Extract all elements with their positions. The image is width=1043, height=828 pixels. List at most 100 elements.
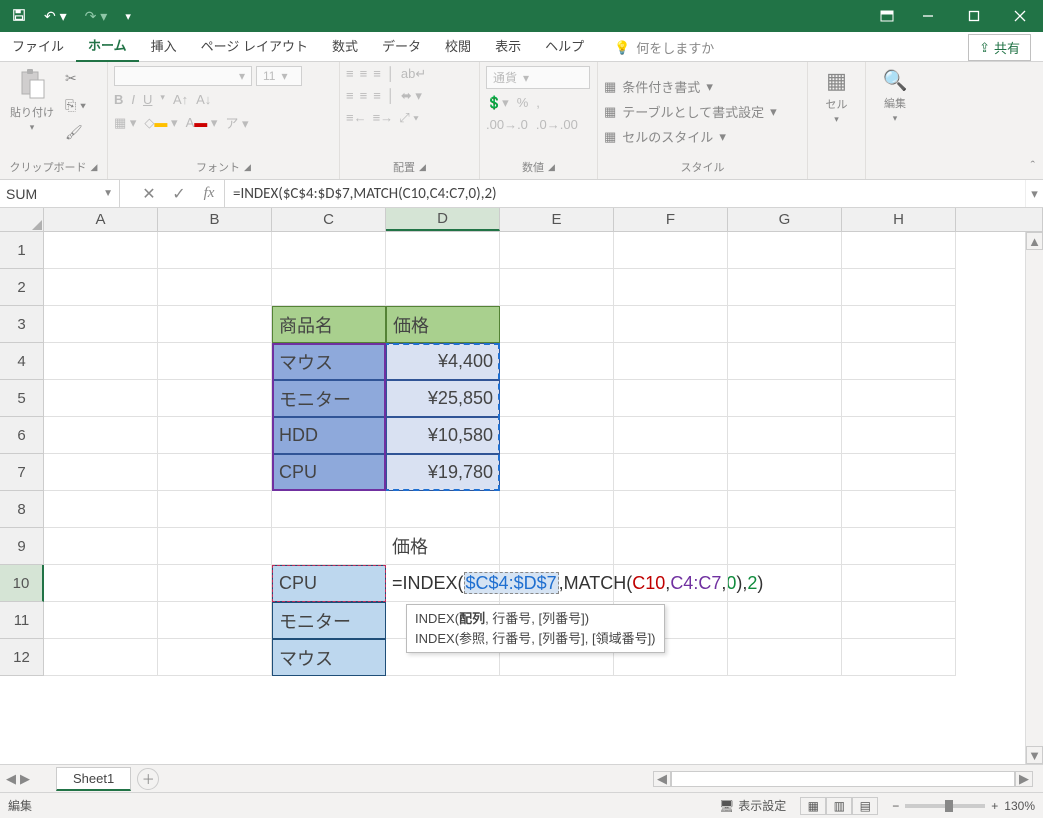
- zoom-control[interactable]: − + 130%: [892, 799, 1035, 813]
- cell[interactable]: [44, 528, 158, 565]
- increase-font-icon[interactable]: A↑: [173, 92, 188, 107]
- cell[interactable]: [614, 269, 728, 306]
- cells-button[interactable]: ▦ セル ▾: [822, 66, 852, 127]
- cell[interactable]: [158, 306, 272, 343]
- editing-button[interactable]: 🔍 編集 ▾: [879, 66, 912, 126]
- cell[interactable]: [842, 269, 956, 306]
- cell[interactable]: [728, 306, 842, 343]
- cell[interactable]: [842, 639, 956, 676]
- scroll-up-icon[interactable]: ▲: [1026, 232, 1043, 250]
- percent-icon[interactable]: %: [517, 95, 529, 111]
- cell[interactable]: [158, 491, 272, 528]
- cell-D5[interactable]: ¥25,850: [386, 380, 500, 417]
- cell-D7[interactable]: ¥19,780: [386, 454, 500, 491]
- cell[interactable]: [158, 269, 272, 306]
- cell[interactable]: [728, 602, 842, 639]
- row-header-3[interactable]: 3: [0, 306, 44, 343]
- borders-button[interactable]: ▦ ▾: [114, 115, 136, 131]
- formula-cancel-button[interactable]: ✕: [134, 184, 164, 204]
- cell-C6[interactable]: HDD: [272, 417, 386, 454]
- zoom-in-icon[interactable]: +: [991, 799, 998, 813]
- col-header-E[interactable]: E: [500, 208, 614, 231]
- cell[interactable]: [614, 232, 728, 269]
- cell[interactable]: [500, 454, 614, 491]
- dialog-launcher-icon[interactable]: ◢: [419, 162, 426, 173]
- cell[interactable]: [614, 380, 728, 417]
- orientation-icon[interactable]: ⤢ ▾: [399, 110, 418, 126]
- font-color-button[interactable]: A▬ ▾: [186, 115, 218, 131]
- cell[interactable]: [728, 528, 842, 565]
- cell[interactable]: [386, 491, 500, 528]
- col-header-blank[interactable]: [956, 208, 1043, 231]
- cell[interactable]: [500, 306, 614, 343]
- cell[interactable]: [842, 565, 956, 602]
- cell[interactable]: [842, 602, 956, 639]
- cell-D4[interactable]: ¥4,400: [386, 343, 500, 380]
- col-header-H[interactable]: H: [842, 208, 956, 231]
- display-settings[interactable]: 🖥表示設定: [719, 797, 786, 814]
- close-button[interactable]: [997, 0, 1043, 32]
- page-layout-view-button[interactable]: ▥: [826, 797, 852, 815]
- cell[interactable]: [614, 343, 728, 380]
- zoom-out-icon[interactable]: −: [892, 799, 899, 813]
- cell[interactable]: [44, 454, 158, 491]
- row-header-10[interactable]: 10: [0, 565, 44, 602]
- cell[interactable]: [728, 380, 842, 417]
- tab-formulas[interactable]: 数式: [320, 30, 370, 61]
- cell-C7[interactable]: CPU: [272, 454, 386, 491]
- cell[interactable]: [614, 454, 728, 491]
- share-button[interactable]: ⇪ 共有: [968, 34, 1031, 61]
- formula-enter-button[interactable]: ✓: [164, 184, 194, 204]
- align-right-icon[interactable]: ≡: [373, 88, 381, 104]
- dialog-launcher-icon[interactable]: ◢: [548, 162, 555, 173]
- cell[interactable]: [842, 491, 956, 528]
- cell[interactable]: [500, 380, 614, 417]
- row-header-9[interactable]: 9: [0, 528, 44, 565]
- align-center-icon[interactable]: ≡: [360, 88, 368, 104]
- undo-icon[interactable]: ↶ ▾: [40, 6, 71, 27]
- cell[interactable]: [44, 343, 158, 380]
- row-header-5[interactable]: 5: [0, 380, 44, 417]
- cell-C4[interactable]: マウス: [272, 343, 386, 380]
- zoom-value[interactable]: 130%: [1004, 799, 1035, 813]
- cell[interactable]: [842, 528, 956, 565]
- cell[interactable]: [500, 269, 614, 306]
- cell-C3[interactable]: 商品名: [272, 306, 386, 343]
- cell[interactable]: [44, 417, 158, 454]
- cell[interactable]: [842, 380, 956, 417]
- cell[interactable]: [842, 454, 956, 491]
- insert-function-button[interactable]: fx: [194, 185, 224, 202]
- cell[interactable]: [158, 343, 272, 380]
- row-header-8[interactable]: 8: [0, 491, 44, 528]
- cell[interactable]: [44, 380, 158, 417]
- name-box[interactable]: ▼: [0, 180, 120, 207]
- cell[interactable]: [44, 232, 158, 269]
- cell-D10-active[interactable]: =INDEX($C$4:$D$7,MATCH(C10,C4:C7,0),2): [386, 565, 500, 602]
- comma-icon[interactable]: ,: [536, 95, 540, 111]
- dialog-launcher-icon[interactable]: ◢: [244, 162, 251, 173]
- copy-icon[interactable]: ⎘ ▾: [62, 95, 89, 116]
- align-top-icon[interactable]: ≡: [346, 66, 354, 82]
- align-middle-icon[interactable]: ≡: [360, 66, 368, 82]
- row-header-4[interactable]: 4: [0, 343, 44, 380]
- expand-formula-bar-icon[interactable]: ▾: [1025, 180, 1043, 207]
- scroll-down-icon[interactable]: ▼: [1026, 746, 1043, 764]
- decrease-font-icon[interactable]: A↓: [196, 92, 211, 107]
- decrease-indent-icon[interactable]: ≡←: [346, 110, 367, 126]
- col-header-A[interactable]: A: [44, 208, 158, 231]
- cell[interactable]: [728, 491, 842, 528]
- scroll-left-icon[interactable]: ◀: [653, 771, 671, 787]
- cell[interactable]: [614, 565, 728, 602]
- tab-file[interactable]: ファイル: [0, 30, 76, 61]
- bold-button[interactable]: B: [114, 92, 123, 107]
- tab-review[interactable]: 校閲: [433, 30, 483, 61]
- col-header-G[interactable]: G: [728, 208, 842, 231]
- number-format-combo[interactable]: 通貨▾: [486, 66, 590, 89]
- cell[interactable]: [44, 269, 158, 306]
- tab-data[interactable]: データ: [370, 30, 433, 61]
- cell[interactable]: [842, 306, 956, 343]
- wrap-text-icon[interactable]: ab↵: [401, 66, 426, 82]
- cell[interactable]: [44, 491, 158, 528]
- cell[interactable]: [500, 343, 614, 380]
- cell-D6[interactable]: ¥10,580: [386, 417, 500, 454]
